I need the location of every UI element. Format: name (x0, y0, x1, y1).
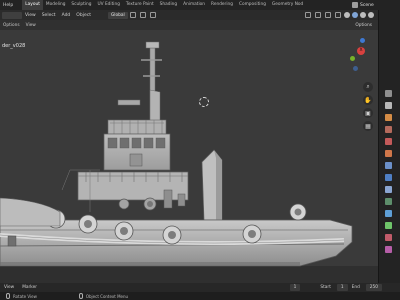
physics-icon[interactable] (385, 198, 392, 205)
tool-properties-icon[interactable] (385, 90, 392, 97)
render-properties-icon[interactable] (385, 102, 392, 109)
pivot-icon[interactable] (129, 12, 136, 18)
status-bar: Rotate View Object Context Menu (0, 292, 400, 300)
menu-help[interactable]: Help (0, 3, 16, 8)
snap-icon[interactable] (139, 12, 146, 18)
top-menu-bar: Help Layout Modeling Sculpting UV Editin… (0, 0, 400, 10)
menu-add[interactable]: Add (59, 13, 74, 18)
tab-animation[interactable]: Animation (180, 0, 208, 10)
output-properties-icon[interactable] (385, 114, 392, 121)
object-properties-icon[interactable] (385, 162, 392, 169)
wireframe-shading-icon[interactable] (344, 12, 350, 18)
mouse-right-icon (78, 293, 83, 299)
tab-modeling[interactable]: Modeling (43, 0, 69, 10)
timeline-marker-menu[interactable]: Marker (18, 285, 41, 290)
scene-properties-icon[interactable] (385, 138, 392, 145)
tab-texture-paint[interactable]: Texture Paint (123, 0, 157, 10)
data-properties-icon[interactable] (385, 222, 392, 229)
tab-sculpting[interactable]: Sculpting (68, 0, 94, 10)
options-menu-left[interactable]: Options (0, 23, 23, 28)
status-context-label: Object Context Menu (85, 293, 129, 299)
options-dropdown[interactable]: Options (355, 23, 372, 28)
gizmo-toggle-icon[interactable] (315, 12, 321, 18)
proportional-edit-icon[interactable] (149, 12, 156, 18)
particles-icon[interactable] (385, 186, 392, 193)
material-shading-icon[interactable] (360, 12, 366, 18)
xray-icon[interactable] (335, 12, 341, 18)
texture-properties-icon[interactable] (385, 246, 392, 253)
constraints-icon[interactable] (385, 210, 392, 217)
tab-layout[interactable]: Layout (22, 0, 43, 10)
view-menu-left[interactable]: View (23, 23, 39, 28)
tab-shading[interactable]: Shading (157, 0, 180, 10)
transform-orientation-dropdown[interactable]: Global (107, 11, 128, 19)
view-layer-icon[interactable] (385, 126, 392, 133)
rendered-shading-icon[interactable] (368, 12, 374, 18)
world-properties-icon[interactable] (385, 150, 392, 157)
current-frame-field[interactable]: 1 (289, 284, 301, 291)
viewport-subheader: Options View Options (0, 20, 378, 30)
scene-icon[interactable] (352, 2, 358, 8)
tab-uv-editing[interactable]: UV Editing (95, 0, 123, 10)
tab-geometry-nodes[interactable]: Geometry Nod (269, 0, 306, 10)
overlay-toggle-icon[interactable] (325, 12, 331, 18)
properties-tab-strip (378, 10, 400, 283)
menu-select[interactable]: Select (39, 13, 59, 18)
visibility-icon[interactable] (305, 12, 311, 18)
scene-selector[interactable]: Scene (360, 3, 400, 8)
start-frame-label: Start (320, 285, 331, 290)
tugboat-model[interactable] (0, 30, 378, 283)
viewport-header: View Select Add Object Global (0, 10, 378, 20)
solid-shading-icon[interactable] (352, 12, 358, 18)
material-properties-icon[interactable] (385, 234, 392, 241)
mouse-middle-icon (6, 293, 10, 299)
modifier-wrench-icon[interactable] (385, 174, 392, 181)
menu-view[interactable]: View (22, 13, 39, 18)
menu-object[interactable]: Object (73, 13, 94, 18)
timeline-header: View Marker 1 Start 1 End 250 (0, 283, 400, 292)
end-frame-field[interactable]: 250 (365, 284, 382, 291)
editor-type-dropdown[interactable] (2, 11, 22, 19)
tab-compositing[interactable]: Compositing (236, 0, 269, 10)
status-rotate-view: Rotate View (0, 293, 43, 299)
3d-viewport[interactable]: der_v028 X ⌕ ✋ ▣ ▦ (0, 30, 378, 283)
end-frame-label: End (351, 285, 360, 290)
status-context-menu: Object Context Menu (73, 293, 134, 299)
timeline-view-menu[interactable]: View (0, 285, 18, 290)
start-frame-field[interactable]: 1 (336, 284, 348, 291)
status-rotate-label: Rotate View (13, 293, 37, 299)
tab-rendering[interactable]: Rendering (208, 0, 236, 10)
